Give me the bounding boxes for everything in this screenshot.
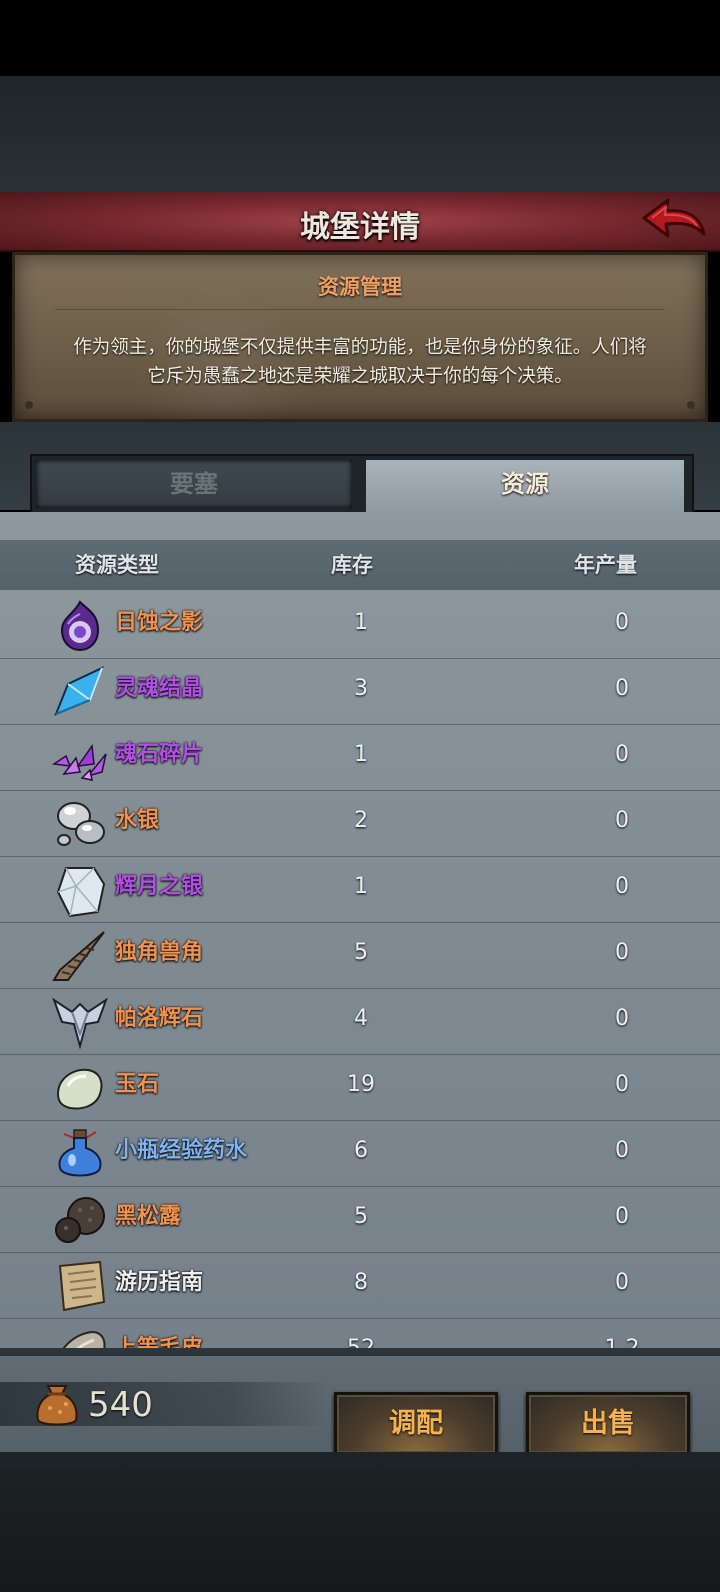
intro-text: 作为领主，你的城堡不仅提供丰富的功能，也是你身份的象征。人们将 它斥为愚蠢之地还… bbox=[45, 333, 675, 391]
top-background bbox=[0, 76, 720, 192]
soulstone-shard-icon bbox=[52, 743, 107, 781]
travel-guide-icon bbox=[58, 1260, 106, 1312]
table-row[interactable]: 帕洛辉石 4 0 bbox=[0, 988, 720, 1055]
resource-stock: 1 bbox=[354, 874, 368, 899]
status-bar bbox=[0, 0, 720, 76]
black-truffle-icon bbox=[55, 1197, 105, 1243]
resource-name: 游历指南 bbox=[115, 1270, 204, 1295]
table-row[interactable]: 魂石碎片 1 0 bbox=[0, 724, 720, 791]
resource-stock: 5 bbox=[354, 940, 368, 965]
resource-name: 小瓶经验药水 bbox=[115, 1138, 248, 1163]
palo-stone-icon bbox=[52, 997, 108, 1050]
resource-stock: 5 bbox=[354, 1204, 368, 1229]
mercury-icon bbox=[57, 802, 105, 846]
table-row[interactable]: 游历指南 8 0 bbox=[0, 1252, 720, 1319]
resource-stock: 6 bbox=[354, 1138, 368, 1163]
tab-fortress[interactable]: 要塞 bbox=[36, 460, 352, 508]
resource-list[interactable]: 日蚀之影 1 0 灵魂结晶 3 0 魂石碎片 1 0 水银 2 0 辉月之银 1… bbox=[0, 592, 720, 1364]
table-row[interactable]: 辉月之银 1 0 bbox=[0, 856, 720, 923]
eclipse-shadow-icon bbox=[60, 600, 100, 652]
column-yearly: 年产量 bbox=[574, 553, 637, 577]
resource-yearly: 0 bbox=[615, 610, 629, 635]
resource-stock: 3 bbox=[354, 676, 368, 701]
resource-stock: 8 bbox=[354, 1270, 368, 1295]
resource-yearly: 0 bbox=[615, 1204, 629, 1229]
moonsilver-icon bbox=[56, 867, 106, 918]
table-row[interactable]: 黑松露 5 0 bbox=[0, 1186, 720, 1253]
resource-name: 辉月之银 bbox=[115, 874, 204, 899]
resource-name: 灵魂结晶 bbox=[115, 676, 204, 701]
divider bbox=[55, 309, 665, 310]
resource-stock: 1 bbox=[354, 742, 368, 767]
resource-name: 水银 bbox=[115, 808, 160, 833]
gold-amount: 540 bbox=[88, 1385, 153, 1425]
resource-yearly: 0 bbox=[615, 808, 629, 833]
resource-yearly: 0 bbox=[615, 1006, 629, 1031]
table-row[interactable]: 灵魂结晶 3 0 bbox=[0, 658, 720, 725]
resource-yearly: 0 bbox=[615, 1072, 629, 1097]
resource-yearly: 0 bbox=[615, 742, 629, 767]
soul-crystal-icon bbox=[54, 666, 104, 716]
resource-yearly: 0 bbox=[615, 874, 629, 899]
page-title: 城堡详情 bbox=[300, 210, 420, 245]
intro-text-line: 它斥为愚蠢之地还是荣耀之城取决于你的每个决策。 bbox=[147, 366, 573, 387]
resource-stock: 1 bbox=[354, 610, 368, 635]
resource-name: 魂石碎片 bbox=[115, 742, 204, 767]
tab-resources[interactable]: 资源 bbox=[366, 460, 684, 518]
back-button[interactable] bbox=[642, 196, 706, 244]
table-header: 资源类型 库存 年产量 bbox=[0, 540, 720, 590]
table-row[interactable]: 小瓶经验药水 6 0 bbox=[0, 1120, 720, 1187]
allocate-button[interactable]: 调配 bbox=[334, 1392, 498, 1456]
resource-yearly: 0 bbox=[615, 940, 629, 965]
resource-yearly: 0 bbox=[615, 1138, 629, 1163]
resource-name: 独角兽角 bbox=[115, 940, 204, 965]
column-stock: 库存 bbox=[331, 553, 373, 577]
table-row[interactable]: 玉石 19 0 bbox=[0, 1054, 720, 1121]
resource-name: 日蚀之影 bbox=[115, 610, 204, 635]
resource-stock: 19 bbox=[347, 1072, 375, 1097]
intro-panel: 资源管理 作为领主，你的城堡不仅提供丰富的功能，也是你身份的象征。人们将 它斥为… bbox=[12, 252, 708, 422]
table-row[interactable]: 独角兽角 5 0 bbox=[0, 922, 720, 989]
table-row[interactable]: 日蚀之影 1 0 bbox=[0, 592, 720, 659]
bottom-background bbox=[0, 1452, 720, 1592]
exp-potion-icon bbox=[58, 1129, 102, 1177]
back-arrow-icon bbox=[642, 198, 706, 238]
jade-icon bbox=[56, 1068, 103, 1110]
gold-sack-icon bbox=[36, 1385, 78, 1426]
table-row[interactable]: 水银 2 0 bbox=[0, 790, 720, 857]
intro-title: 资源管理 bbox=[318, 275, 402, 299]
rivet bbox=[687, 401, 695, 409]
resource-name: 黑松露 bbox=[115, 1204, 182, 1229]
rivet bbox=[25, 401, 33, 409]
resource-yearly: 0 bbox=[615, 676, 629, 701]
resource-name: 玉石 bbox=[115, 1072, 160, 1097]
title-bar: 城堡详情 bbox=[0, 192, 720, 252]
unicorn-horn-icon bbox=[52, 931, 105, 981]
resource-stock: 4 bbox=[354, 1006, 368, 1031]
resource-yearly: 0 bbox=[615, 1270, 629, 1295]
divider bbox=[0, 1348, 720, 1356]
intro-text-line: 作为领主，你的城堡不仅提供丰富的功能，也是你身份的象征。人们将 bbox=[73, 337, 647, 358]
column-type: 资源类型 bbox=[75, 553, 159, 577]
sell-button[interactable]: 出售 bbox=[526, 1392, 690, 1456]
resource-name: 帕洛辉石 bbox=[115, 1006, 204, 1031]
resource-stock: 2 bbox=[354, 808, 368, 833]
